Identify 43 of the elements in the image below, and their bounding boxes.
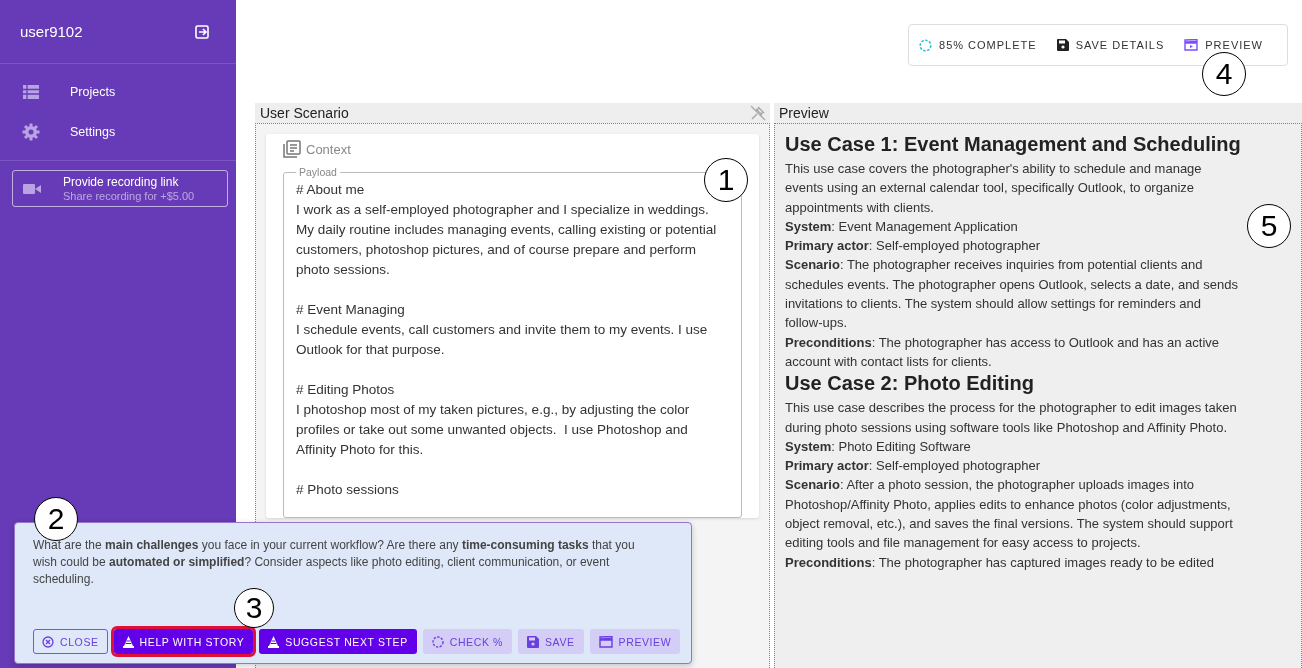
list-icon	[22, 84, 40, 100]
preview-paragraph: Scenario: After a photo session, the photographer uploads images into Photoshop/Affinity Photo, applies edits to enhance photos (color adjustments, object removal, etc.), and saves the final versions. The system should support editing tools and file management for easy access to projects.	[785, 476, 1234, 553]
preview-paragraph: Scenario: The photographer receives inquiries from potential clients and schedules events. The photographer opens Outlook, selects a date, and sends invitations to clients. The system should allow settings for reminders and follow-ups.	[785, 256, 1239, 333]
preview-paragraph: Preconditions: The photographer has access to Outlook and has an active account with contact lists for clients.	[785, 333, 1221, 371]
use-case-heading: Use Case 2: Photo Editing	[785, 371, 1035, 397]
nav-item[interactable]: Projects	[0, 72, 236, 112]
use-case-heading: Use Case 1: Event Management and Scheduling	[785, 132, 1242, 157]
progress-indicator: 85% COMPLETE	[919, 38, 1037, 52]
username: user9102	[20, 23, 83, 40]
section-label: Context	[306, 141, 351, 157]
recording-link-title: Provide recording link	[63, 174, 180, 189]
preview-paragraph: Primary actor: Self-employed photographer	[785, 457, 1042, 476]
prompt-button[interactable]: SUGGEST NEXT STEP	[259, 629, 417, 654]
panel-title: User Scenario	[260, 105, 349, 121]
prompt-button[interactable]: CLOSE	[33, 629, 108, 654]
toolbar-button[interactable]: PREVIEW	[1184, 39, 1263, 51]
toolbar-button[interactable]: SAVE DETAILS	[1056, 39, 1165, 51]
clapperboard-icon	[1184, 39, 1199, 51]
gear-icon	[22, 123, 40, 141]
recording-link-button[interactable]: Provide recording link Share recording for +$5.00	[12, 170, 228, 207]
clapperboard-icon	[598, 635, 613, 648]
prompt-button[interactable]: PREVIEW	[589, 629, 681, 654]
preview-paragraph: Primary actor: Self-employed photographer	[785, 237, 1042, 256]
logout-icon[interactable]	[194, 23, 210, 40]
preview-paragraph: This use case describes the process for the photographer to edit images taken during photo sessions using software tools like Photoshop and Affinity Photo.	[785, 399, 1238, 437]
cone-icon	[268, 635, 280, 648]
prompt-button[interactable]: HELP WITH STORY	[113, 629, 254, 654]
prompt-button[interactable]: CHECK %	[422, 629, 512, 654]
preview-paragraph: System: Event Management Application	[785, 217, 1019, 236]
preview-paragraph: Preconditions: The photographer has captured images ready to be edited	[785, 553, 1215, 572]
spinner-icon	[919, 38, 933, 52]
preview-paragraph: System: Photo Editing Software	[785, 437, 972, 456]
panel-title: Preview	[779, 105, 829, 121]
preview-paragraph: This use case covers the photographer's ability to schedule and manage events using an external calendar tool, specifically Outlook, to organize appointments with clients.	[785, 160, 1203, 217]
prompt-button[interactable]: SAVE	[517, 629, 584, 654]
cone-icon	[122, 635, 134, 648]
recording-link-subtitle: Share recording for +$5.00	[63, 189, 195, 203]
nav-item[interactable]: Settings	[0, 112, 236, 152]
video-camera-icon	[23, 182, 41, 195]
annotation-number: 4	[1202, 52, 1246, 96]
close-icon	[42, 635, 54, 648]
spinner-icon	[431, 635, 444, 648]
document-icon	[283, 140, 301, 158]
